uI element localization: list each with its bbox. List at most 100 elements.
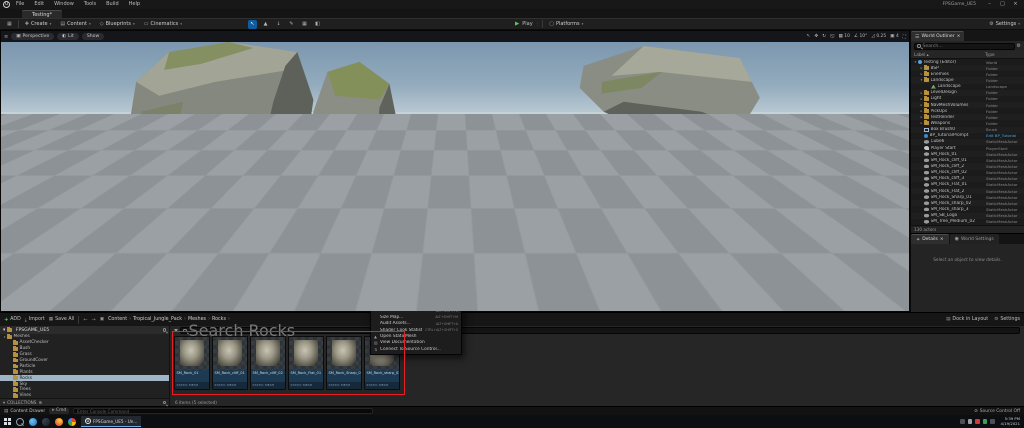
back-arrow-icon[interactable]: ← bbox=[83, 317, 87, 323]
taskbar-search-icon[interactable] bbox=[16, 418, 24, 426]
save-all-button[interactable]: ▦Save All bbox=[49, 317, 75, 322]
camera-speed-control[interactable]: ▣4 bbox=[890, 34, 899, 39]
tray-icon[interactable] bbox=[968, 419, 973, 424]
asset-tile[interactable]: SM_Rock_Sharp_01 STATIC MESH bbox=[326, 336, 362, 390]
column-label[interactable]: Label ▴ bbox=[914, 52, 985, 57]
show-dropdown[interactable]: Show bbox=[82, 33, 104, 40]
platforms-button[interactable]: ▢Platforms▾ bbox=[546, 20, 586, 28]
close-tab-icon[interactable]: × bbox=[957, 34, 961, 39]
rotate-tool-icon[interactable]: ↻ bbox=[822, 34, 826, 39]
start-button-icon[interactable] bbox=[4, 418, 11, 425]
source-control-status[interactable]: ⊘Source Control Off bbox=[974, 409, 1020, 414]
browser-app-icon[interactable] bbox=[29, 418, 37, 426]
menubar-item[interactable]: Help bbox=[125, 0, 144, 9]
context-menu-row[interactable]: ▲ Nanite ▸ bbox=[371, 171, 461, 177]
tab-details[interactable]: ✦Details× bbox=[911, 234, 949, 244]
context-menu-row[interactable]: ✎ Edit... ▸ bbox=[371, 223, 461, 229]
add-collection-icon[interactable]: ⊕ bbox=[38, 400, 42, 405]
context-menu-row[interactable]: ◈ Level Of Detail ▸ bbox=[371, 177, 461, 183]
menubar-item[interactable]: File bbox=[12, 0, 28, 9]
tray-icon[interactable] bbox=[960, 419, 965, 424]
context-menu-row[interactable]: ▤ Open Source Location ▸ bbox=[371, 204, 461, 210]
landscape-mode-icon[interactable]: ▲ bbox=[261, 20, 270, 29]
expander-icon[interactable]: ▾ bbox=[3, 328, 5, 333]
outliner-search-input[interactable]: Search... bbox=[914, 43, 1015, 50]
context-menu-row[interactable]: ↻ Reimport ▸ bbox=[371, 197, 461, 203]
filter-icon[interactable] bbox=[174, 329, 178, 332]
close-button[interactable]: × bbox=[1010, 0, 1021, 9]
collections-row[interactable]: ▾ COLLECTIONS ⊕ bbox=[0, 398, 169, 406]
outliner-filter-icon[interactable]: ⚙ bbox=[1017, 43, 1021, 49]
breadcrumb-item[interactable]: Tropical_Jungle_Pack bbox=[133, 317, 186, 322]
select-tool-icon[interactable]: ↖ bbox=[807, 34, 811, 39]
menubar-item[interactable]: Edit bbox=[30, 0, 48, 9]
add-button[interactable]: +ADD bbox=[4, 317, 21, 323]
context-menu-row[interactable]: ◆ Asset Actions ▸ bbox=[371, 255, 461, 261]
taskbar-window-button[interactable]: UFPSGame_UE5 - Un... bbox=[81, 416, 141, 427]
context-menu-row[interactable]: ◉ Asset Localization ▸ bbox=[371, 262, 461, 268]
context-menu-row[interactable]: EXPLORE ▸ bbox=[371, 269, 461, 275]
chrome-app-icon[interactable] bbox=[68, 418, 76, 426]
context-menu-row[interactable]: ▤ Open in External Editor ▸ bbox=[371, 210, 461, 216]
settings-button[interactable]: ⚙Settings▾ bbox=[989, 21, 1020, 27]
content-drawer-button[interactable]: ▤Content Drawer bbox=[4, 409, 45, 414]
context-menu-row[interactable]: Copy Reference ▸ bbox=[371, 295, 461, 301]
menubar-item[interactable]: Build bbox=[102, 0, 123, 9]
dock-in-layout-button[interactable]: ▤Dock in Layout bbox=[946, 317, 988, 322]
scale-tool-icon[interactable]: ◱ bbox=[830, 34, 834, 39]
search-icon[interactable] bbox=[163, 328, 167, 332]
minimize-button[interactable]: – bbox=[984, 0, 995, 9]
context-menu-row[interactable]: STATIC MESH ACTIONS ▸ bbox=[371, 165, 461, 171]
menubar-item[interactable]: Tools bbox=[80, 0, 100, 9]
viewport-menu-icon[interactable]: ≡ bbox=[4, 34, 8, 40]
context-menu-row[interactable]: ▲ Open StaticMesh ▸ bbox=[371, 333, 461, 339]
level-tab[interactable]: Testing* bbox=[22, 10, 62, 18]
fracture-mode-icon[interactable]: ▦ bbox=[300, 20, 309, 29]
foliage-mode-icon[interactable]: ↓ bbox=[274, 20, 283, 29]
tray-icon[interactable] bbox=[983, 419, 988, 424]
asset-tile[interactable]: SM_Rock_cliff_01 STATIC MESH bbox=[212, 336, 248, 390]
submenu-item[interactable]: Disable bbox=[466, 175, 497, 182]
play-icon[interactable]: ▶ bbox=[515, 21, 519, 27]
import-button[interactable]: ⤓Import bbox=[25, 317, 45, 323]
submenu-item[interactable]: Enable bbox=[466, 168, 497, 175]
asset-search-input[interactable]: Search Rocks bbox=[180, 327, 1020, 334]
play-options-dots[interactable]: ⋮ bbox=[536, 22, 540, 26]
maximize-viewport-icon[interactable]: ⛶ bbox=[903, 34, 906, 40]
context-menu-row[interactable]: ▥ View Documentation ▸ bbox=[371, 340, 461, 346]
sources-root-row[interactable]: ▾ FPSGAME_UE5 bbox=[0, 326, 169, 334]
create-button[interactable]: ✚Create▾ bbox=[22, 20, 55, 28]
move-tool-icon[interactable]: ✥ bbox=[814, 34, 818, 39]
tab-world-settings[interactable]: ◉World Settings bbox=[950, 234, 999, 244]
view-mode-dropdown[interactable]: ◐Lit bbox=[57, 33, 79, 40]
cmd-selector[interactable]: ▸Cmd bbox=[49, 408, 69, 415]
outliner-row[interactable]: Testing (Editor) World bbox=[911, 59, 1024, 65]
play-label[interactable]: Play bbox=[522, 21, 532, 27]
maximize-button[interactable]: □ bbox=[997, 0, 1008, 9]
context-menu-row[interactable]: COMMON ▸ bbox=[371, 217, 461, 223]
expander-icon[interactable]: ▾ bbox=[3, 400, 5, 405]
column-type[interactable]: Type bbox=[985, 52, 1021, 57]
taskbar-clock[interactable]: 5:39 PM4/19/2021 bbox=[1001, 417, 1020, 426]
search-icon[interactable] bbox=[163, 401, 167, 405]
asset-tile[interactable]: SM_Rock_01 STATIC MESH bbox=[174, 336, 210, 390]
context-menu-row[interactable]: REFERENCES ▸ bbox=[371, 289, 461, 295]
context-menu-row[interactable]: IMPORTED ASSET ▸ bbox=[371, 191, 461, 197]
select-mode-icon[interactable]: ↖ bbox=[248, 20, 257, 29]
firefox-app-icon[interactable] bbox=[55, 418, 63, 426]
save-button[interactable]: ▦ bbox=[4, 20, 15, 28]
asset-tile[interactable]: SM_Rock_Flat_01 STATIC MESH bbox=[288, 336, 324, 390]
asset-tile[interactable]: SM_Rock_cliff_02 STATIC MESH bbox=[250, 336, 286, 390]
context-menu-row[interactable]: Rename F2 ▸ bbox=[371, 230, 461, 236]
tray-icon[interactable] bbox=[975, 419, 980, 424]
context-menu-row[interactable]: Remove Vertex Colors ▸ bbox=[371, 184, 461, 190]
close-tab-icon[interactable]: × bbox=[940, 237, 944, 242]
breadcrumb-item[interactable]: Content bbox=[108, 317, 131, 322]
tray-icon[interactable] bbox=[990, 419, 995, 424]
rotation-snap-toggle[interactable]: ∠10° bbox=[854, 34, 867, 39]
brush-edit-mode-icon[interactable]: ◧ bbox=[313, 20, 322, 29]
grid-snap-toggle[interactable]: ▦10 bbox=[838, 34, 849, 39]
mesh-paint-mode-icon[interactable]: ✎ bbox=[287, 20, 296, 29]
menubar-item[interactable]: Window bbox=[50, 0, 78, 9]
context-menu-row[interactable]: ▤ Show in Explorer ▸ bbox=[371, 281, 461, 287]
